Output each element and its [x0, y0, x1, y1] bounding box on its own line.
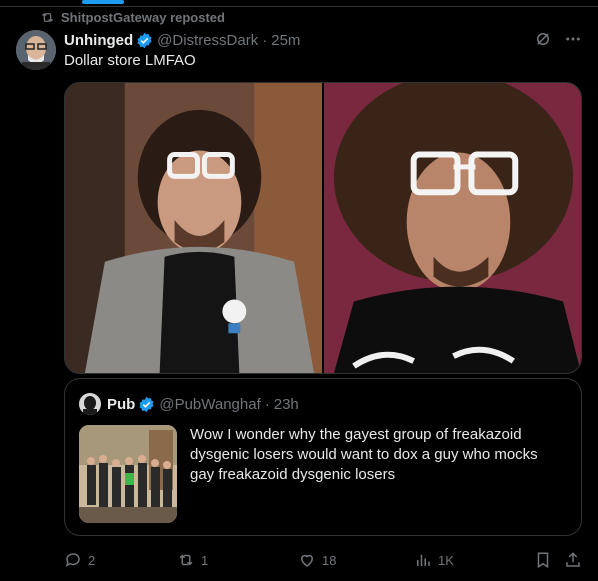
share-icon: [566, 552, 580, 567]
reply-button[interactable]: 2: [64, 548, 95, 572]
views-button[interactable]: 1K: [414, 548, 454, 572]
media-image-right[interactable]: [322, 83, 581, 373]
author-display-name[interactable]: Unhinged: [64, 32, 133, 49]
views-icon: [417, 554, 430, 566]
reply-icon: [65, 553, 80, 567]
more-icon[interactable]: [564, 30, 582, 48]
verified-badge-icon: [139, 396, 154, 412]
author-avatar[interactable]: [16, 30, 56, 70]
media-image-left[interactable]: [65, 83, 322, 373]
grok-icon[interactable]: [534, 30, 552, 48]
tweet-text: Dollar store LMFAO: [64, 52, 196, 69]
bookmark-icon: [537, 552, 549, 569]
quote-author-handle[interactable]: @PubWanghaf: [159, 396, 260, 413]
repost-label: ShitpostGateway reposted: [61, 9, 225, 25]
top-divider: [0, 0, 598, 7]
repost-button[interactable]: 1: [177, 548, 208, 572]
bookmark-button[interactable]: [534, 548, 552, 572]
repost-icon: [42, 12, 53, 22]
tweet-media[interactable]: [64, 82, 582, 374]
tweet-header: Unhinged @DistressDark · 25m: [64, 30, 582, 50]
like-icon: [300, 554, 314, 567]
quote-header-separator: ·: [264, 395, 270, 413]
repost-icon: [179, 554, 193, 566]
like-count: 18: [322, 552, 337, 568]
quote-author-avatar[interactable]: [79, 393, 101, 415]
repost-context[interactable]: ShitpostGateway reposted: [40, 9, 225, 25]
quote-timestamp[interactable]: 23h: [274, 396, 299, 413]
like-button[interactable]: 18: [298, 548, 336, 572]
quote-author-display-name[interactable]: Pub: [107, 396, 135, 413]
tab-indicator: [82, 0, 124, 4]
repost-count: 1: [201, 552, 209, 568]
quote-media-thumbnail[interactable]: [79, 425, 177, 523]
action-bar: 2 1 18 1K: [64, 548, 584, 572]
quote-header: Pub @PubWanghaf · 23h: [79, 393, 299, 415]
reply-count: 2: [88, 552, 96, 568]
author-handle[interactable]: @DistressDark: [157, 32, 258, 49]
quote-text: Wow I wonder why the gayest group of fre…: [190, 426, 538, 483]
verified-badge-icon: [137, 32, 152, 48]
views-count: 1K: [438, 552, 454, 568]
quoted-tweet[interactable]: Pub @PubWanghaf · 23h Wow I wonder why t…: [64, 378, 582, 536]
header-separator: ·: [262, 31, 268, 49]
tweet-timestamp[interactable]: 25m: [271, 32, 300, 49]
share-button[interactable]: [564, 548, 582, 572]
